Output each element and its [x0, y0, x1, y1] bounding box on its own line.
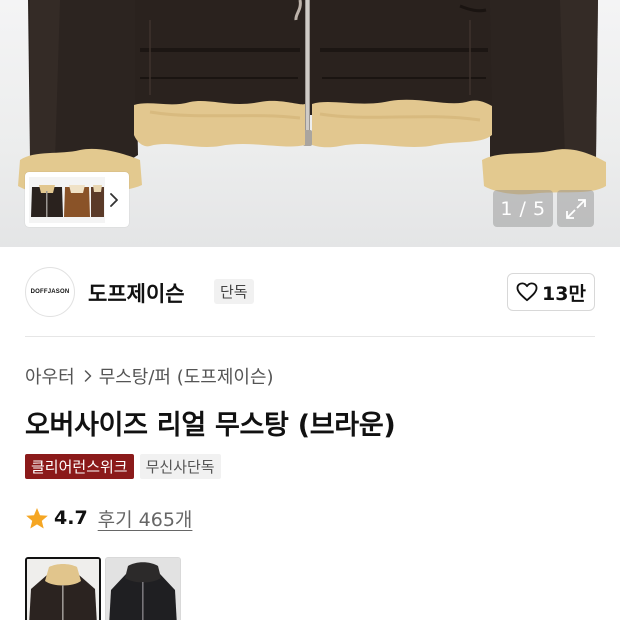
color-option-brown[interactable] [25, 557, 101, 620]
color-options [25, 557, 181, 620]
chevron-right-icon[interactable] [105, 177, 123, 223]
thumbnail-image [29, 176, 105, 223]
brand-logo[interactable]: DOFFJASON [25, 267, 75, 317]
like-button[interactable]: 13만 [507, 273, 595, 311]
thumbnail-strip[interactable] [25, 172, 129, 227]
product-image-gallery[interactable]: 1 / 5 [0, 0, 620, 247]
rating: 4.7 후기 465개 [25, 504, 192, 532]
breadcrumb-category[interactable]: 아우터 [25, 363, 75, 389]
product-tags: 클리어런스위크 무신사단독 [25, 454, 221, 479]
breadcrumb: 아우터 무스탕/퍼 (도프제이슨) [25, 363, 274, 389]
image-page-counter: 1 / 5 [493, 190, 553, 227]
clearance-tag: 클리어런스위크 [25, 454, 134, 479]
brand-name[interactable]: 도프제이슨 [88, 278, 185, 308]
exclusive-tag: 무신사단독 [139, 454, 221, 479]
color-option-image [27, 559, 99, 620]
heart-icon [516, 282, 538, 302]
brand-row: DOFFJASON 도프제이슨 단독 13만 [25, 267, 595, 317]
color-option-black[interactable] [105, 557, 181, 620]
expand-image-button[interactable] [557, 190, 594, 227]
review-link[interactable]: 후기 465개 [98, 505, 193, 532]
chevron-right-icon [84, 370, 92, 382]
rating-score: 4.7 [54, 507, 88, 529]
divider [25, 336, 595, 337]
like-count: 13만 [542, 282, 586, 305]
product-title: 오버사이즈 리얼 무스탕 (브라운) [25, 410, 396, 441]
page-counter-text: 1 / 5 [500, 197, 546, 220]
color-option-image [106, 558, 180, 620]
star-icon [26, 507, 48, 528]
exclusive-badge: 단독 [214, 279, 254, 304]
brand-logo-text: DOFFJASON [30, 289, 70, 295]
exclusive-badge-label: 단독 [220, 283, 248, 301]
expand-icon [565, 198, 586, 219]
breadcrumb-subcategory[interactable]: 무스탕/퍼 (도프제이슨) [99, 363, 274, 389]
